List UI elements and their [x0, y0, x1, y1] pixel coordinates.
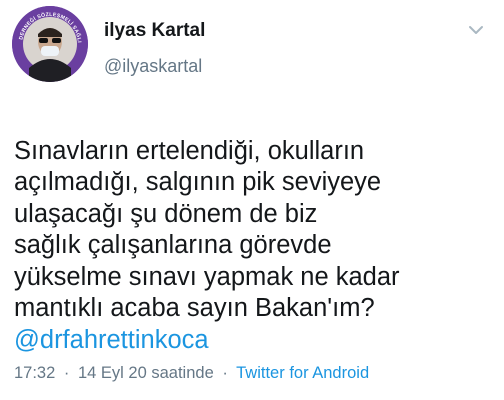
- tweet-card: DERNEĞİ SÖZLEŞMELİ SAĞLIK ilyas Kartal @…: [0, 0, 504, 400]
- tweet-menu-button[interactable]: [462, 16, 490, 44]
- chevron-down-icon: [469, 26, 483, 34]
- avatar-image: DERNEĞİ SÖZLEŞMELİ SAĞLIK: [12, 6, 88, 82]
- avatar[interactable]: DERNEĞİ SÖZLEŞMELİ SAĞLIK: [12, 6, 88, 82]
- user-display-name[interactable]: ilyas Kartal: [104, 20, 205, 42]
- tweet-text: Sınavların ertelendiği, okulların açılma…: [14, 136, 400, 323]
- client-link[interactable]: Twitter for Android: [236, 364, 369, 382]
- tweet-time[interactable]: 17:32: [14, 364, 55, 382]
- tweet-date[interactable]: 14 Eyl 20 saatinde: [78, 364, 214, 382]
- tweet-meta: 17:32 · 14 Eyl 20 saatinde · Twitter for…: [14, 364, 369, 383]
- meta-separator: ·: [63, 364, 70, 382]
- meta-separator: ·: [222, 364, 228, 382]
- user-handle[interactable]: @ilyaskartal: [104, 56, 202, 77]
- tweet-body: Sınavların ertelendiği, okulların açılma…: [14, 104, 494, 388]
- mention-link[interactable]: @drfahrettinkoca: [14, 325, 494, 357]
